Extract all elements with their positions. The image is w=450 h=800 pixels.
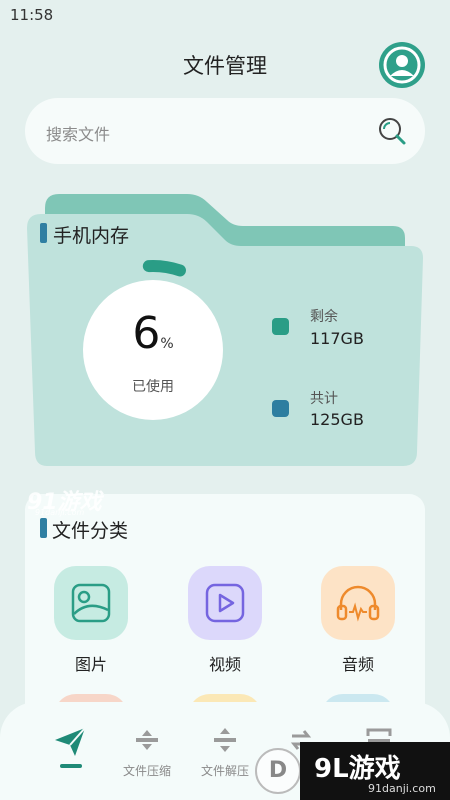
nav-item-compress[interactable]: 文件压缩 xyxy=(112,726,182,779)
nav-item-send[interactable] xyxy=(36,726,106,762)
image-icon xyxy=(71,583,111,623)
total-value: 125GB xyxy=(310,410,364,429)
avatar[interactable] xyxy=(379,42,425,88)
remaining-color-dot xyxy=(272,318,289,335)
usage-value: 6 xyxy=(132,308,161,359)
category-tile-audio[interactable] xyxy=(321,566,395,640)
video-play-icon xyxy=(205,583,245,623)
category-label-images: 图片 xyxy=(74,655,107,674)
category-tile-video[interactable] xyxy=(188,566,262,640)
nav-item-decompress[interactable]: 文件解压 xyxy=(190,726,260,779)
user-avatar-icon xyxy=(380,43,424,87)
decompress-icon xyxy=(214,728,236,752)
categories-title: 文件分类 xyxy=(52,520,129,542)
search-input[interactable]: 搜索文件 xyxy=(46,121,110,145)
section-marker xyxy=(40,223,47,243)
total-label: 共计 xyxy=(310,391,338,407)
storage-title-text: 手机内存 xyxy=(53,225,130,247)
total-color-dot xyxy=(272,400,289,417)
paper-plane-icon xyxy=(55,727,86,756)
status-time: 11:58 xyxy=(10,6,54,24)
watermark-logo: 91游戏 91danji.com xyxy=(27,484,102,517)
usage-percentage: 6% xyxy=(83,308,223,359)
watermark-badge-logo: 9L游戏 xyxy=(314,754,401,784)
search-bar[interactable]: 搜索文件 xyxy=(25,98,425,164)
watermark-badge-url: 91danji.com xyxy=(368,782,436,795)
usage-label: 已使用 xyxy=(132,379,174,395)
category-label-video: 视频 xyxy=(208,655,241,674)
search-icon[interactable] xyxy=(377,116,407,146)
watermark-circle-logo: D xyxy=(255,748,301,794)
nav-label-decompress: 文件解压 xyxy=(200,764,249,778)
storage-title: 手机内存 xyxy=(53,221,129,248)
category-tile-images[interactable] xyxy=(54,566,128,640)
remaining-label: 剩余 xyxy=(310,309,338,325)
nav-active-indicator xyxy=(60,764,82,768)
storage-card[interactable]: 手机内存 6% 已使用 剩余 117GB 共计 125GB xyxy=(27,190,427,470)
watermark-url: 91danji.com xyxy=(35,508,85,517)
usage-ring: 6% 已使用 xyxy=(83,280,223,420)
section-marker xyxy=(40,518,47,538)
compress-icon xyxy=(136,730,158,750)
category-label-audio: 音频 xyxy=(341,655,374,674)
usage-unit: % xyxy=(160,336,174,352)
headphones-icon xyxy=(336,585,380,622)
watermark-badge: 9L游戏 91danji.com xyxy=(300,742,450,800)
remaining-value: 117GB xyxy=(310,329,364,348)
nav-label-compress: 文件压缩 xyxy=(122,764,171,778)
